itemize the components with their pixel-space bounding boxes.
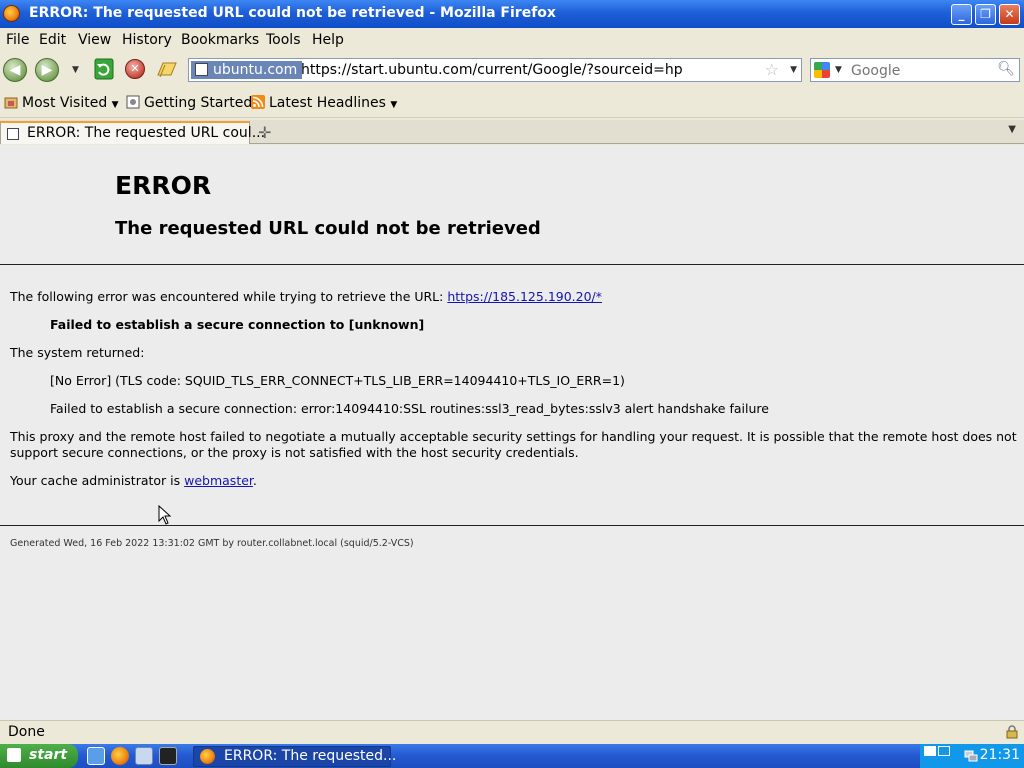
search-magnifier-icon[interactable]: 🔍︎ (997, 61, 1015, 77)
page-icon (126, 95, 140, 109)
menu-file[interactable]: File (6, 32, 29, 48)
menu-edit[interactable]: Edit (39, 32, 66, 48)
file-manager-icon[interactable] (87, 747, 105, 765)
reload-icon[interactable] (94, 58, 114, 80)
mouse-cursor-icon (158, 505, 172, 525)
text-editor-icon[interactable] (135, 747, 153, 765)
menu-bar: File Edit View History Bookmarks Tools H… (0, 28, 1024, 52)
page-content: ERROR The requested URL could not be ret… (0, 145, 1024, 720)
home-icon[interactable] (155, 57, 179, 81)
workspace-1-icon[interactable] (924, 746, 936, 756)
status-bar: Done (0, 720, 1024, 744)
start-button[interactable]: start (0, 744, 78, 768)
bookmark-star-icon[interactable]: ☆ (765, 60, 779, 79)
forward-arrow-icon: ▶ (41, 62, 53, 78)
ssl-error-text: Failed to establish a secure connection:… (50, 401, 769, 416)
error-subheading: The requested URL could not be retrieved (115, 218, 541, 239)
chevron-down-icon: ▼ (390, 100, 398, 110)
tab-list-dropdown-icon[interactable]: ▼ (1008, 124, 1016, 135)
menu-view[interactable]: View (78, 32, 111, 48)
back-arrow-icon: ◀ (9, 62, 21, 78)
bookmark-latest-headlines[interactable]: Latest Headlines ▼ (251, 95, 397, 111)
back-button[interactable]: ◀ (3, 58, 27, 82)
search-bar[interactable]: ▼ 🔍︎ (810, 58, 1020, 82)
restore-button[interactable]: ❐ (975, 4, 996, 25)
rss-feed-icon (251, 95, 265, 109)
menu-bookmarks[interactable]: Bookmarks (181, 32, 259, 48)
page-favicon-icon (7, 128, 19, 140)
failed-connection-text: Failed to establish a secure connection … (50, 317, 425, 332)
site-identity-label: ubuntu.com (213, 62, 298, 78)
bookmark-label: Latest Headlines (269, 95, 386, 111)
menu-history[interactable]: History (122, 32, 172, 48)
start-label: start (29, 747, 68, 763)
tls-code-text: [No Error] (TLS code: SQUID_TLS_ERR_CONN… (50, 373, 625, 388)
padlock-icon[interactable] (1006, 725, 1018, 739)
tab-active[interactable]: ERROR: The requested URL coul... (0, 121, 265, 144)
window-title: ERROR: The requested URL could not be re… (29, 5, 556, 21)
engine-dropdown-icon[interactable]: ▼ (835, 65, 842, 75)
google-engine-icon[interactable] (814, 62, 830, 78)
minimize-button[interactable]: _ (951, 4, 972, 25)
site-favicon-icon (195, 63, 208, 76)
terminal-icon[interactable] (159, 747, 177, 765)
new-tab-icon[interactable]: ✛ (258, 123, 271, 142)
generated-footer: Generated Wed, 16 Feb 2022 13:31:02 GMT … (10, 538, 414, 549)
url-input[interactable]: https://start.ubuntu.com/current/Google/… (301, 62, 683, 78)
bookmark-label: Most Visited (22, 95, 108, 111)
explanation-line-1: This proxy and the remote host failed to… (10, 429, 1017, 444)
url-dropdown-icon[interactable]: ▼ (790, 65, 797, 75)
admin-suffix: . (252, 473, 257, 488)
intro-text: The following error was encountered whil… (10, 289, 448, 304)
clock[interactable]: 21:31 (980, 747, 1020, 763)
webmaster-link[interactable]: webmaster (184, 473, 253, 488)
url-bar[interactable]: ubuntu.com https://start.ubuntu.com/curr… (188, 58, 802, 82)
explanation-line-2: support secure connections, or the proxy… (10, 445, 579, 460)
task-label: ERROR: The requested... (224, 748, 397, 764)
error-intro: The following error was encountered whil… (10, 289, 602, 304)
history-dropdown-icon[interactable]: ▼ (72, 65, 79, 75)
bookmark-label: Getting Started (144, 95, 253, 111)
workspace-2-icon[interactable] (938, 746, 950, 756)
divider (0, 264, 1024, 265)
firefox-launcher-icon[interactable] (111, 747, 129, 765)
forward-button[interactable]: ▶ (35, 58, 59, 82)
site-identity-button[interactable]: ubuntu.com (191, 61, 303, 79)
requested-url-link[interactable]: https://185.125.190.20/* (447, 289, 602, 304)
menu-help[interactable]: Help (312, 32, 344, 48)
divider (0, 525, 1024, 526)
close-button[interactable]: ✕ (999, 4, 1020, 25)
error-heading: ERROR (115, 171, 212, 200)
stop-button[interactable]: ✕ (125, 59, 145, 79)
cache-admin-text: Your cache administrator is webmaster. (10, 473, 257, 488)
status-text: Done (8, 724, 45, 740)
bookmark-getting-started[interactable]: Getting Started (126, 95, 252, 111)
taskbar: start ERROR: The requested... 21:31 (0, 744, 1024, 768)
admin-prefix: Your cache administrator is (10, 473, 185, 488)
taskbar-firefox-window[interactable]: ERROR: The requested... (193, 746, 396, 767)
system-tray: 21:31 (920, 744, 1024, 768)
menu-tools[interactable]: Tools (266, 32, 301, 48)
search-input[interactable] (851, 62, 996, 80)
tab-label: ERROR: The requested URL coul... (27, 125, 266, 141)
network-icon[interactable] (964, 749, 978, 763)
window-titlebar[interactable]: ERROR: The requested URL could not be re… (0, 0, 1024, 28)
folder-icon (4, 97, 18, 109)
bookmark-most-visited[interactable]: Most Visited ▼ (4, 95, 119, 111)
firefox-icon (3, 5, 20, 22)
system-returned-label: The system returned: (10, 345, 145, 360)
bookmarks-toolbar: Most Visited ▼ Getting Started Latest He… (0, 90, 1024, 118)
start-logo-icon (7, 748, 21, 762)
firefox-icon (200, 749, 215, 764)
chevron-down-icon: ▼ (111, 100, 119, 110)
tab-bar: ERROR: The requested URL coul... ✛ ▼ (0, 120, 1024, 144)
